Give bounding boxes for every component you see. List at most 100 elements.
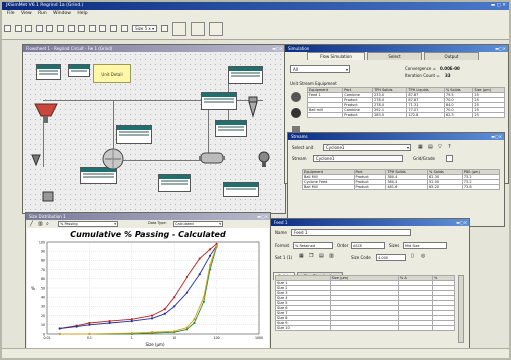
funnel-icon[interactable]: ▽	[438, 144, 442, 150]
settings-icon[interactable]: ◎	[421, 253, 425, 259]
tab-flow-simulation[interactable]: Flow Simulation	[307, 52, 365, 60]
cell: 172.8	[406, 112, 445, 118]
menu-view[interactable]: View	[21, 11, 32, 16]
document-icon[interactable]: ▯	[411, 253, 414, 259]
cut-icon[interactable]	[46, 25, 54, 32]
flowsheet-window-controls[interactable]: ▬▢✕	[272, 45, 283, 52]
iteration-value: 33	[445, 73, 451, 78]
data-type-select[interactable]: Calculated ▾	[173, 221, 223, 227]
series-line-4	[59, 245, 218, 335]
vertical-scrollbar[interactable]	[458, 275, 464, 343]
window-controls[interactable]: ▬ ▢ ✕	[491, 2, 506, 10]
chart-window-controls[interactable]: ▬▢✕	[257, 213, 268, 220]
undo-icon[interactable]	[78, 25, 86, 32]
chart-icon[interactable]: ▦	[299, 253, 304, 259]
tank-icon[interactable]	[41, 190, 55, 202]
table-row[interactable]: Product 283.5 172.8 62.3 25	[306, 112, 505, 118]
new-icon[interactable]	[4, 25, 11, 32]
flow-icon[interactable]	[209, 22, 224, 36]
streams-window-controls[interactable]: ▬▢✕	[491, 133, 502, 140]
rod-mill-icon[interactable]	[198, 150, 226, 166]
size-distribution-window[interactable]: Size Distribution 1 ▬▢✕ ╱ ▥ ⌕ % Passing …	[25, 212, 271, 350]
copy-icon[interactable]: ❐	[309, 253, 313, 259]
stream-window-controls[interactable]: ▬▢✕	[456, 219, 467, 226]
save-icon[interactable]	[25, 25, 33, 32]
tab-output[interactable]: Output	[424, 52, 479, 60]
filter-icon[interactable]	[160, 25, 168, 32]
filter-icon[interactable]: ▦	[418, 144, 423, 150]
feed-unit-label[interactable]	[68, 64, 90, 77]
cell[interactable]	[432, 325, 455, 331]
unit-select-value: Cyclone1	[326, 145, 345, 150]
line-icon[interactable]: ╱	[30, 221, 33, 227]
pump-unit-label[interactable]	[215, 120, 247, 137]
screen-unit-label[interactable]	[158, 174, 191, 192]
size-table[interactable]: Size (µm) % A % Size 1 Size 2 Size 3 Siz…	[275, 275, 455, 331]
open-icon[interactable]	[14, 25, 22, 32]
size-code-field[interactable]: 4.000	[376, 254, 406, 261]
sizes-select[interactable]: Mid Size	[403, 242, 447, 249]
mill-icon[interactable]	[190, 22, 205, 36]
passing-select[interactable]: % Passing ▾	[58, 221, 118, 227]
menu-run[interactable]: Run	[38, 11, 47, 16]
series-4-point	[193, 318, 196, 321]
series-2-point	[58, 327, 61, 330]
simulation-table[interactable]: Equipment Port TPH Solids TPH Liquids % …	[306, 87, 505, 118]
mill-unit-label[interactable]	[116, 125, 152, 144]
stream-name-field[interactable]: Cyclone1	[313, 155, 403, 162]
arrow-icon[interactable]	[109, 25, 117, 32]
series-4-point	[215, 244, 218, 247]
series-line-2	[59, 245, 217, 329]
product-unit-label[interactable]	[228, 66, 263, 84]
feed-unit-label[interactable]	[36, 64, 61, 80]
name-field[interactable]: Feed 1	[291, 229, 411, 236]
cell[interactable]	[329, 325, 399, 331]
table-row[interactable]: Size 10	[275, 325, 455, 331]
pump-icon[interactable]	[257, 150, 271, 168]
tab-select[interactable]: Select	[367, 52, 422, 60]
format-select[interactable]: % Retained	[293, 242, 333, 249]
streams-window[interactable]: Streams ▬▢✕ Select unit Cyclone1 ▾ ▦ ▤ ▽…	[287, 132, 505, 227]
paste-icon[interactable]: ▤	[319, 253, 324, 259]
valve-icon[interactable]	[31, 154, 41, 166]
series-4-point	[58, 332, 61, 336]
feeder-icon[interactable]	[33, 102, 59, 124]
output-unit-label[interactable]	[223, 182, 259, 197]
zoom-icon[interactable]	[120, 25, 128, 32]
ball-mill-icon[interactable]	[101, 147, 125, 171]
menu-window[interactable]: Window	[53, 11, 71, 16]
zoom-icon[interactable]: ⌕	[46, 221, 49, 227]
menu-help[interactable]: Help	[77, 11, 87, 16]
cell[interactable]	[397, 325, 434, 331]
grid-grade-checkbox[interactable]	[446, 155, 453, 162]
cyclone-icon[interactable]	[247, 96, 259, 118]
copy-icon[interactable]	[56, 25, 64, 32]
simulation-window-controls[interactable]: ▬▢✕	[495, 45, 506, 52]
cyclone-unit-label[interactable]	[201, 92, 237, 110]
run-simulation-icon[interactable]	[172, 22, 187, 36]
flowsheet-window[interactable]: Flowsheet 1 - Regrind Circuit - Fw 1 (Gr…	[22, 44, 286, 214]
mode-select[interactable]: All ▾	[290, 65, 350, 73]
size-selector[interactable]: Size 5 x ▾	[132, 25, 158, 32]
streams-table[interactable]: Equipment Port TPH Solids % Solids P80 (…	[302, 169, 501, 190]
unit-detail-note[interactable]: Unit Detail	[93, 64, 131, 83]
stream-properties-window[interactable]: Feed 1 ▬▢✕ Name Feed 1 Format % Retained…	[270, 218, 470, 350]
toolbar: Size 5 x ▾	[2, 18, 509, 40]
menu-file[interactable]: File	[7, 11, 15, 16]
stream-window-title: Feed 1	[274, 220, 288, 225]
bar-icon[interactable]: ▥	[38, 221, 43, 227]
series-2-point	[198, 273, 201, 276]
help-icon[interactable]: ?	[448, 144, 451, 150]
y-tick-label: 100	[39, 240, 45, 244]
table-icon[interactable]	[99, 25, 107, 32]
grid-icon[interactable]: ▤	[428, 144, 433, 150]
flowsheet-canvas[interactable]: Unit Detail	[23, 52, 285, 213]
grid-icon[interactable]	[88, 25, 96, 32]
table-row[interactable]: Ball Mill Product 481.6 65.20 73.8	[302, 184, 501, 190]
print-icon[interactable]	[35, 25, 43, 32]
table-icon[interactable]: ▥	[329, 253, 334, 259]
paste-icon[interactable]	[67, 25, 75, 32]
unit-select[interactable]: Cyclone1 ▾	[323, 144, 411, 151]
y-tick-label: 10	[41, 323, 45, 327]
order-select[interactable]: ASCE	[351, 242, 385, 249]
